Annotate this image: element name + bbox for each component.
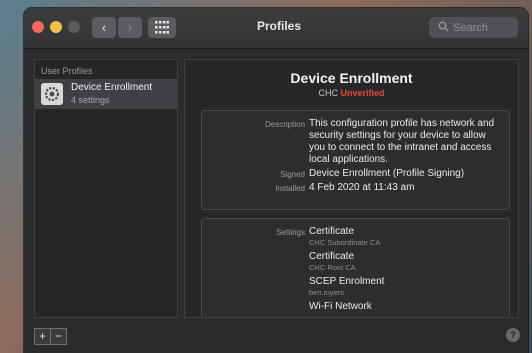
zoom-window-button[interactable] bbox=[68, 21, 80, 33]
description-label: Description bbox=[264, 120, 305, 129]
profile-title: Device Enrollment bbox=[290, 70, 413, 86]
search-field[interactable] bbox=[429, 17, 518, 38]
profile-detail-pane: Device Enrollment CHC Unverified Descrip… bbox=[184, 59, 519, 318]
sidebar-item-subtitle: 4 settings bbox=[71, 95, 110, 105]
search-input[interactable] bbox=[451, 19, 517, 37]
installed-value: 4 Feb 2020 at 11:43 am bbox=[309, 182, 415, 193]
profile-info-box: Description This configuration profile h… bbox=[201, 110, 510, 210]
profile-organization-line: CHC Unverified bbox=[185, 88, 518, 98]
back-button[interactable]: ‹ bbox=[92, 17, 116, 38]
grid-icon bbox=[155, 21, 169, 34]
window-title: Profiles bbox=[256, 19, 301, 33]
settings-label: Settings bbox=[276, 228, 305, 237]
setting-name: Wi-Fi Network bbox=[309, 301, 372, 312]
system-preferences-window: ‹ › Profiles User Profiles bbox=[24, 8, 528, 353]
add-profile-button[interactable]: + bbox=[34, 328, 51, 345]
profile-icon bbox=[41, 83, 63, 105]
profile-organization: CHC bbox=[318, 88, 338, 98]
remove-profile-button[interactable]: − bbox=[50, 328, 67, 345]
sidebar-item-device-enrollment[interactable]: Device Enrollment 4 settings bbox=[35, 79, 177, 109]
installed-label: Installed bbox=[275, 184, 305, 193]
setting-detail: CHC Subordinate CA bbox=[309, 238, 381, 247]
setting-name: Certificate bbox=[309, 226, 355, 237]
help-button[interactable]: ? bbox=[506, 328, 520, 342]
forward-button[interactable]: › bbox=[118, 17, 142, 38]
setting-name: SCEP Enrolment bbox=[309, 276, 385, 287]
search-icon bbox=[438, 21, 449, 32]
minimize-window-button[interactable] bbox=[50, 21, 62, 33]
description-value: This configuration profile has network a… bbox=[309, 118, 495, 165]
signed-value: Device Enrollment (Profile Signing) bbox=[309, 168, 465, 179]
close-window-button[interactable] bbox=[32, 21, 44, 33]
chevron-left-icon: ‹ bbox=[101, 20, 107, 35]
setting-detail: CHC Root CA bbox=[309, 263, 356, 272]
setting-detail: ben.myers bbox=[309, 288, 345, 297]
sidebar-item-label: Device Enrollment bbox=[71, 82, 153, 93]
settings-box: Settings Certificate CHC Subordinate CA … bbox=[201, 218, 510, 317]
gear-badge-icon bbox=[44, 86, 60, 102]
title-bar: ‹ › Profiles bbox=[24, 8, 528, 49]
verification-status: Unverified bbox=[340, 88, 385, 98]
setting-name: Certificate bbox=[309, 251, 355, 262]
signed-label: Signed bbox=[280, 170, 305, 179]
profiles-sidebar: User Profiles Device Enrollment 4 settin… bbox=[34, 59, 178, 318]
show-all-button[interactable] bbox=[148, 17, 176, 38]
sidebar-section-header: User Profiles bbox=[41, 66, 93, 76]
chevron-right-icon: › bbox=[127, 20, 133, 35]
